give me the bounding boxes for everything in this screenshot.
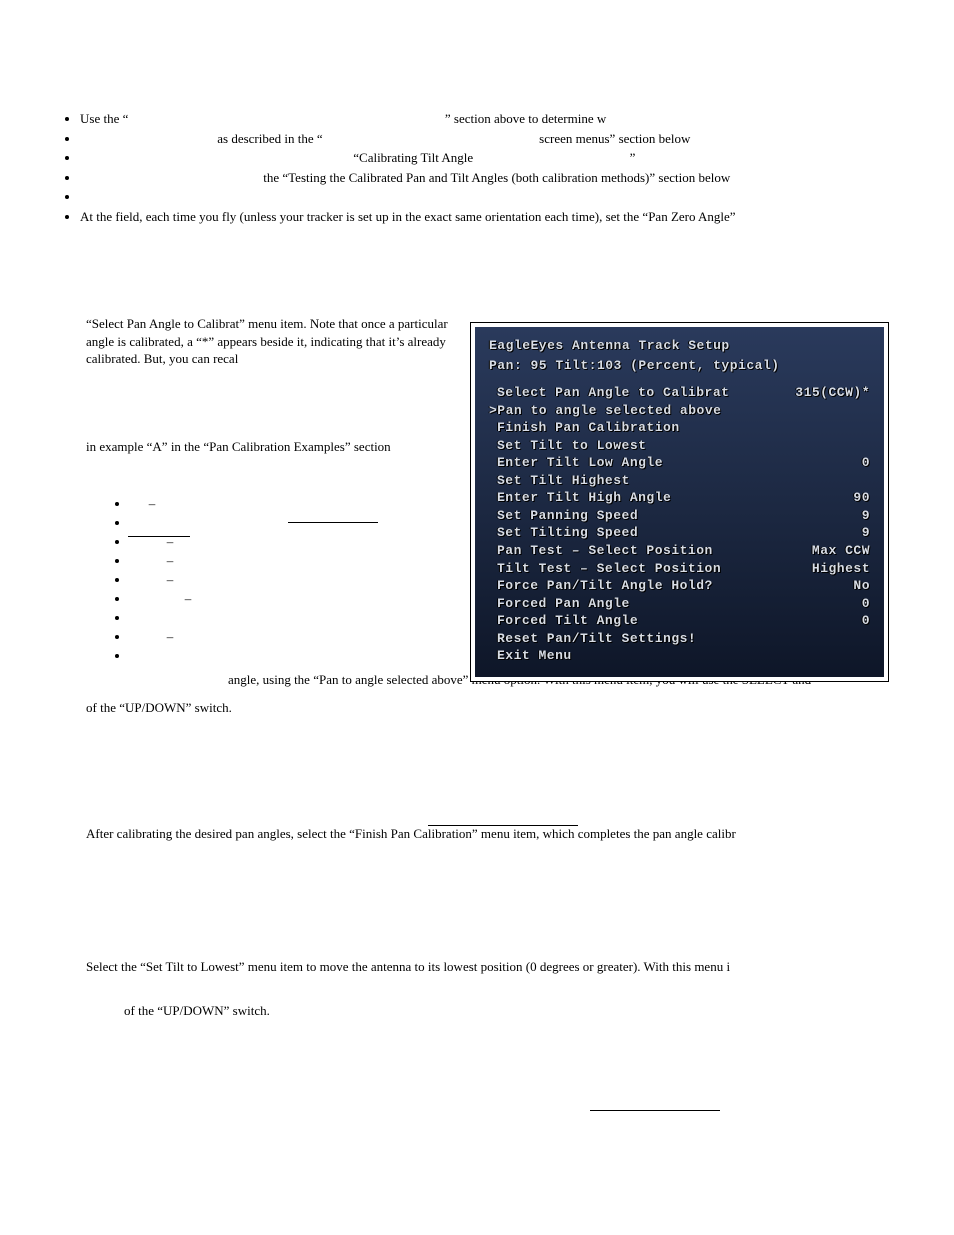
osd-screen: EagleEyes Antenna Track Setup Pan: 95 Ti… [475,327,884,677]
list-item: as described in the “ screen menus” sect… [80,130,896,148]
underline [590,1110,720,1111]
osd-menu-value: No [853,577,870,595]
paragraph: in example “A” in the “Pan Calibration E… [86,438,456,456]
underline [288,522,378,523]
list-item [80,188,896,206]
osd-menu-label: Finish Pan Calibration [489,419,680,437]
paragraph: of the “UP/DOWN” switch. [86,699,896,717]
osd-menu-item: Tilt Test – Select Position Highest [489,560,870,578]
text: “Calibrating Tilt Angle [353,150,473,165]
osd-menu-item: Set Tilting Speed 9 [489,524,870,542]
paragraph: of the “UP/DOWN” switch. [124,1002,896,1020]
osd-menu-item: Set Tilt to Lowest [489,437,870,455]
dash-icon: – [166,628,174,646]
osd-menu-item: >Pan to angle selected above [489,402,870,420]
osd-menu-label: Set Panning Speed [489,507,638,525]
figure-osd-menu: EagleEyes Antenna Track Setup Pan: 95 Ti… [470,322,889,682]
osd-menu-item: Set Panning Speed 9 [489,507,870,525]
osd-menu-item: Enter Tilt High Angle 90 [489,489,870,507]
text: Use the “ [80,111,128,126]
text: screen menus” section below [539,131,690,146]
osd-menu-item: Force Pan/Tilt Angle Hold? No [489,577,870,595]
osd-menu-label: Pan Test – Select Position [489,542,713,560]
list-item: At the field, each time you fly (unless … [80,208,896,226]
list-item: the “Testing the Calibrated Pan and Tilt… [80,169,896,187]
osd-menu-label: Tilt Test – Select Position [489,560,721,578]
dash-icon: – [166,552,174,570]
osd-menu-value: 90 [853,489,870,507]
paragraph: Select the “Set Tilt to Lowest” menu ite… [86,958,896,976]
underline [428,825,578,826]
osd-menu-label: Enter Tilt Low Angle [489,454,663,472]
osd-menu-item: Select Pan Angle to Calibrat 315(CCW)* [489,384,870,402]
paragraph: After calibrating the desired pan angles… [86,825,896,843]
text: as described in the “ [217,131,322,146]
osd-menu-label: Reset Pan/Tilt Settings! [489,630,696,648]
text: At the field, each time you fly (unless … [80,209,736,224]
osd-menu-value: 315(CCW)* [795,384,870,402]
osd-menu-item: Pan Test – Select Position Max CCW [489,542,870,560]
osd-menu-item: Finish Pan Calibration [489,419,870,437]
osd-menu-value: 0 [862,595,870,613]
dash-icon: – [184,590,192,608]
osd-menu-item: Set Tilt Highest [489,472,870,490]
top-bullet-list: Use the “ ” section above to determine w… [58,110,896,225]
osd-menu-label: Force Pan/Tilt Angle Hold? [489,577,713,595]
list-item: “Calibrating Tilt Angle ” [80,149,896,167]
osd-menu-label: Exit Menu [489,647,572,665]
dash-icon: – [148,495,156,513]
list-item: Use the “ ” section above to determine w [80,110,896,128]
osd-menu-item: Enter Tilt Low Angle 0 [489,454,870,472]
text: the “Testing the Calibrated Pan and Tilt… [263,170,730,185]
osd-menu-label: Enter Tilt High Angle [489,489,671,507]
dash-icon: – [166,571,174,589]
osd-menu-value: 0 [862,612,870,630]
osd-menu-label: Set Tilting Speed [489,524,638,542]
osd-menu-item: Forced Pan Angle 0 [489,595,870,613]
osd-menu-value: Max CCW [812,542,870,560]
osd-menu-value: Highest [812,560,870,578]
paragraph: “Select Pan Angle to Calibrat” menu item… [86,315,456,368]
osd-menu-label: Select Pan Angle to Calibrat [489,384,729,402]
osd-menu-value: 0 [862,454,870,472]
osd-menu-item: Exit Menu [489,647,870,665]
osd-menu-item: Reset Pan/Tilt Settings! [489,630,870,648]
osd-menu-item: Forced Tilt Angle 0 [489,612,870,630]
text: ” [630,150,636,165]
osd-menu-label: Set Tilt Highest [489,472,630,490]
underline [128,536,190,537]
osd-menu-label: Forced Pan Angle [489,595,630,613]
osd-subtitle: Pan: 95 Tilt:103 (Percent, typical) [489,357,870,375]
osd-menu-value: 9 [862,524,870,542]
osd-menu-label: Forced Tilt Angle [489,612,638,630]
osd-menu-label: Set Tilt to Lowest [489,437,646,455]
osd-menu-label: >Pan to angle selected above [489,402,721,420]
osd-menu-value: 9 [862,507,870,525]
osd-title: EagleEyes Antenna Track Setup [489,337,870,355]
text: ” section above to determine w [445,111,606,126]
